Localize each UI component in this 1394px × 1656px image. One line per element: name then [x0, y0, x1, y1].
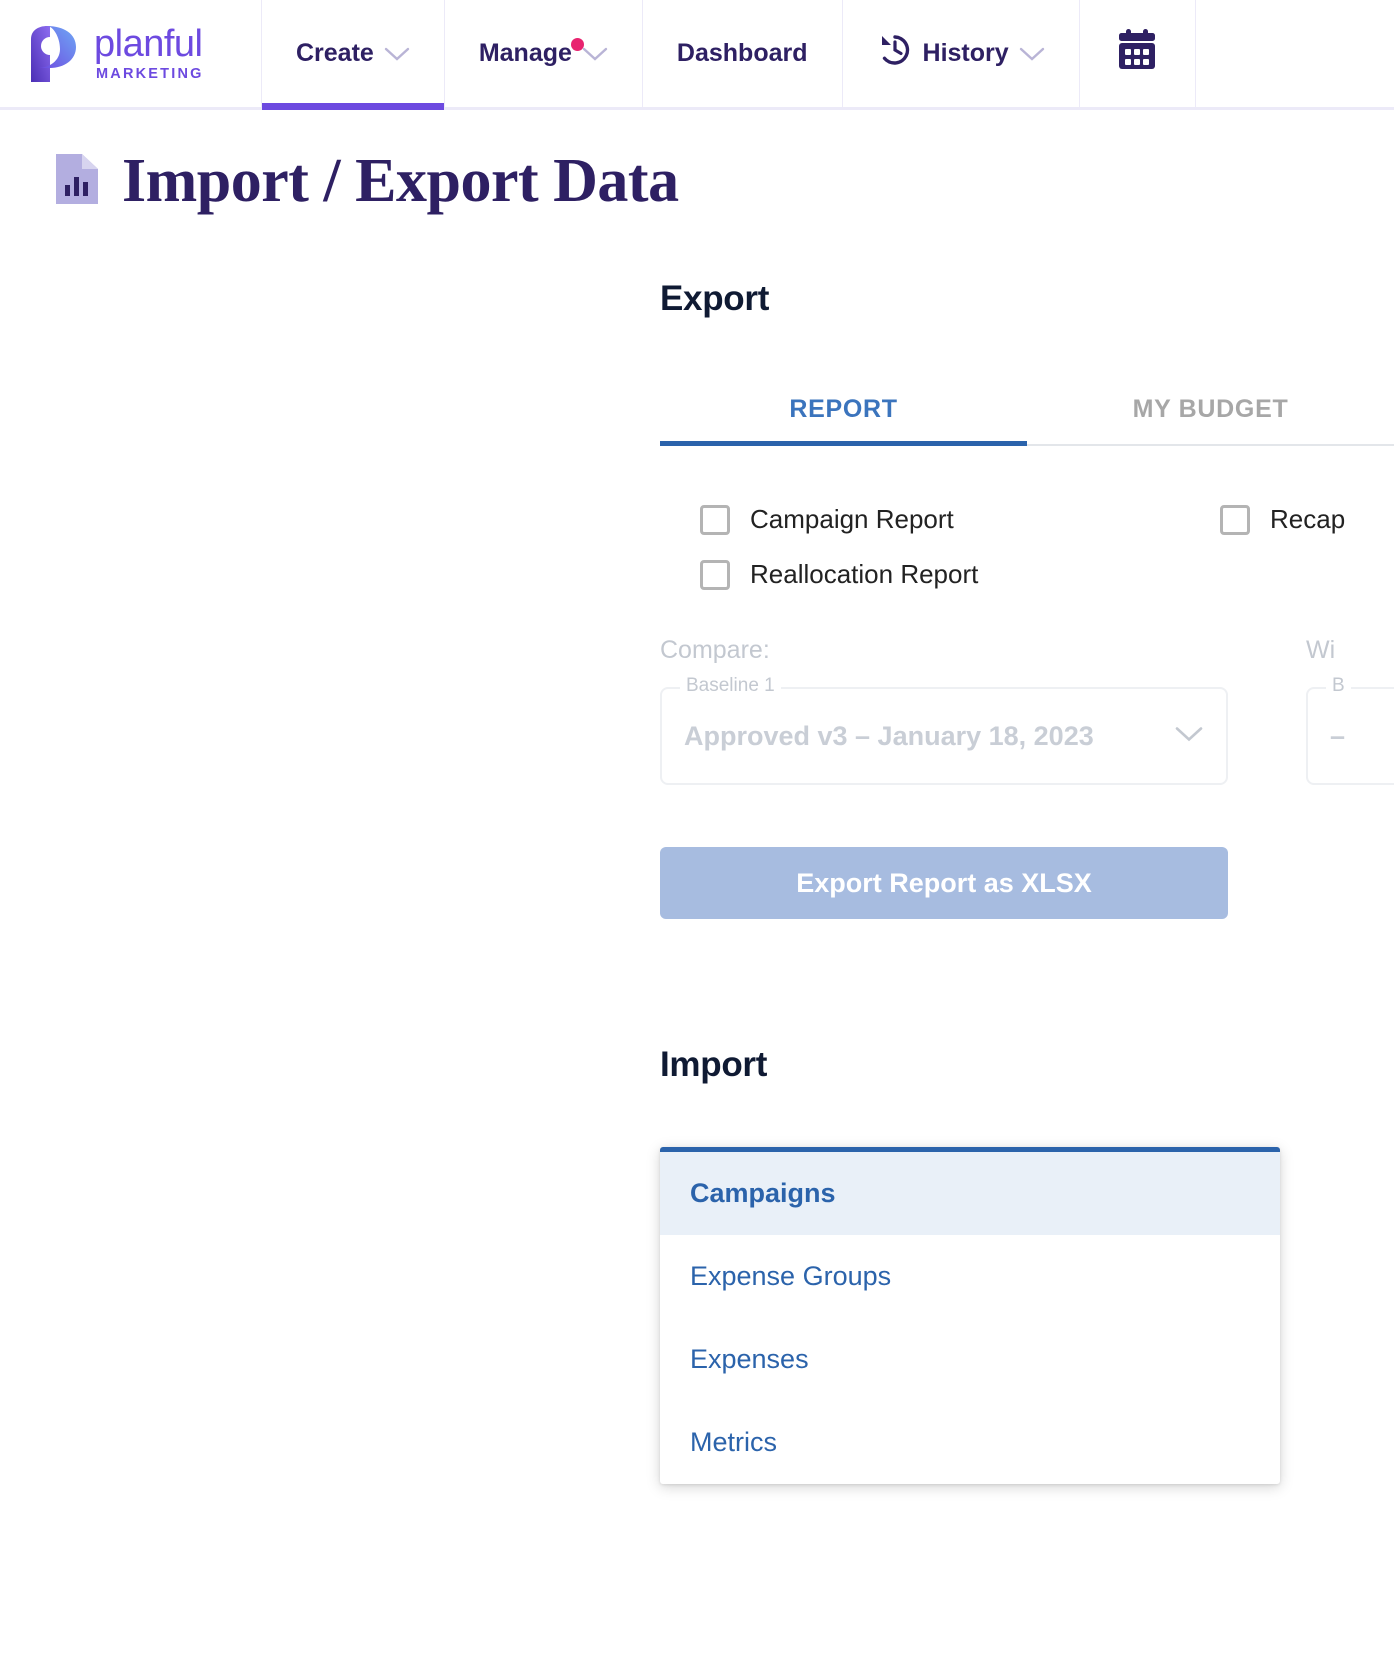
nav-item-manage-label: Manage — [478, 39, 572, 67]
checkbox-recap-report[interactable]: Recap — [1220, 504, 1394, 535]
calendar-button[interactable] — [1080, 0, 1196, 107]
history-clock-icon — [877, 32, 913, 75]
compare-column: Compare: Baseline 1 Approved v3 – Januar… — [660, 636, 1228, 785]
notification-dot-icon — [570, 38, 584, 51]
dropdown-option-campaigns[interactable]: Campaigns — [660, 1152, 1280, 1235]
chevron-down-icon — [384, 46, 410, 62]
report-checkbox-group: Campaign Report Recap Reallocation Repor… — [660, 504, 1394, 590]
import-type-dropdown: Campaigns Expense Groups Expenses Metric… — [660, 1147, 1280, 1484]
compare-label: Compare: — [660, 636, 770, 664]
top-navigation-bar: planful MARKETING Create Manage Dashboar… — [0, 0, 1394, 110]
brand-logo[interactable]: planful MARKETING — [0, 0, 262, 107]
planful-p-logo-icon — [26, 25, 80, 83]
page-header: Import / Export Data — [0, 110, 1394, 217]
tab-report[interactable]: REPORT — [660, 381, 1027, 446]
tab-my-budget[interactable]: MY BUDGET — [1027, 381, 1394, 444]
nav-item-create[interactable]: Create — [262, 0, 445, 110]
checkbox-reallocation-report-label: Reallocation Report — [750, 559, 979, 589]
baseline-2-value: – — [1330, 720, 1346, 751]
baseline-1-select[interactable]: Baseline 1 Approved v3 – January 18, 202… — [660, 675, 1228, 785]
nav-item-create-label: Create — [296, 39, 374, 67]
export-tabs: REPORT MY BUDGET — [660, 381, 1394, 446]
checkbox-reallocation-report[interactable]: Reallocation Report — [700, 559, 1220, 590]
checkbox-icon[interactable] — [700, 559, 730, 590]
checkbox-campaign-report[interactable]: Campaign Report — [700, 504, 1220, 535]
page-title: Import / Export Data — [122, 147, 679, 215]
chevron-down-icon — [582, 46, 608, 62]
checkbox-recap-report-label: Recap — [1270, 504, 1346, 534]
baseline-1-legend: Baseline 1 — [680, 675, 781, 697]
main-content: Export REPORT MY BUDGET Campaign Report … — [0, 217, 1394, 1484]
brand-name: planful — [94, 23, 203, 66]
checkbox-campaign-report-label: Campaign Report — [750, 504, 954, 534]
with-label: Wi — [1306, 636, 1336, 664]
nav-item-history[interactable]: History — [843, 0, 1080, 107]
import-section-heading: Import — [660, 1045, 768, 1084]
dropdown-option-expense-groups[interactable]: Expense Groups — [660, 1235, 1280, 1318]
export-report-xlsx-button[interactable]: Export Report as XLSX — [660, 847, 1228, 919]
with-column: Wi B – — [1306, 636, 1394, 785]
nav-item-manage[interactable]: Manage — [445, 0, 643, 107]
baseline-2-legend: B — [1326, 675, 1351, 697]
nav-item-dashboard-label: Dashboard — [676, 39, 808, 67]
dropdown-option-expenses[interactable]: Expenses — [660, 1318, 1280, 1401]
calendar-icon — [1114, 27, 1160, 80]
chevron-down-icon[interactable] — [1174, 725, 1204, 748]
chevron-down-icon — [1019, 46, 1045, 62]
nav-item-history-label: History — [922, 39, 1009, 67]
baseline-2-select[interactable]: B – — [1306, 675, 1394, 785]
brand-tagline: MARKETING — [96, 66, 204, 83]
document-chart-icon — [54, 151, 100, 212]
dropdown-option-metrics[interactable]: Metrics — [660, 1401, 1280, 1484]
checkbox-icon[interactable] — [700, 504, 730, 535]
baseline-1-value: Approved v3 – January 18, 2023 — [684, 720, 1094, 751]
nav-item-dashboard[interactable]: Dashboard — [643, 0, 843, 107]
compare-with-row: Compare: Baseline 1 Approved v3 – Januar… — [660, 636, 1394, 785]
export-section-heading: Export — [660, 279, 770, 318]
checkbox-icon[interactable] — [1220, 504, 1250, 535]
